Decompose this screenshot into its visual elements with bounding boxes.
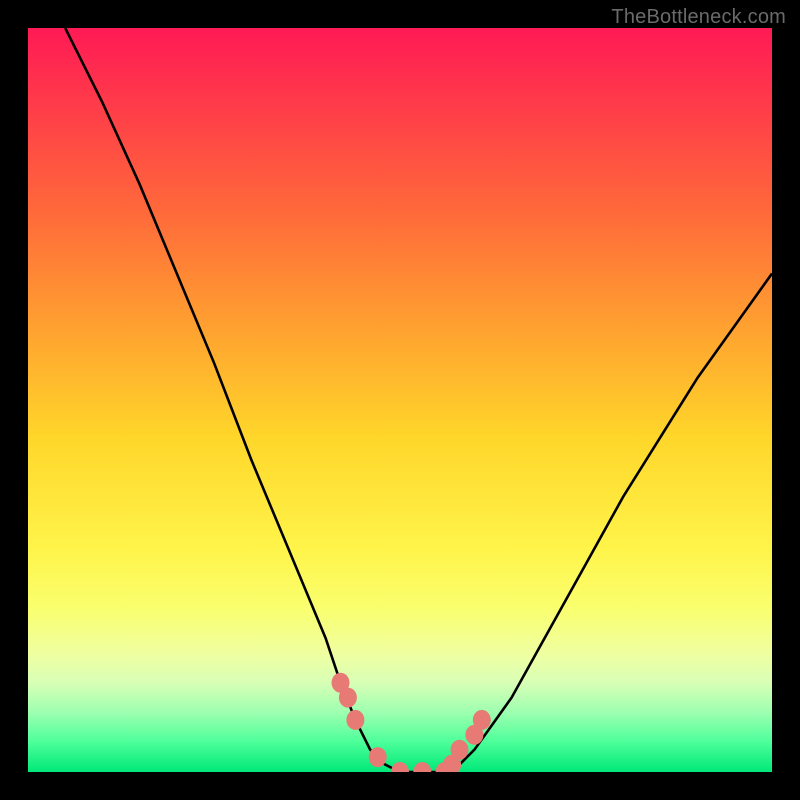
curve-layer — [65, 28, 772, 772]
marker-point — [339, 688, 357, 708]
marker-point — [346, 710, 364, 730]
marker-point — [391, 762, 409, 772]
chart-svg — [28, 28, 772, 772]
bottleneck-curve — [65, 28, 772, 772]
plot-area — [28, 28, 772, 772]
chart-frame: TheBottleneck.com — [0, 0, 800, 800]
marker-point — [369, 747, 387, 767]
marker-point — [473, 710, 491, 730]
marker-point — [413, 762, 431, 772]
marker-point — [451, 740, 469, 760]
watermark-text: TheBottleneck.com — [611, 6, 786, 29]
